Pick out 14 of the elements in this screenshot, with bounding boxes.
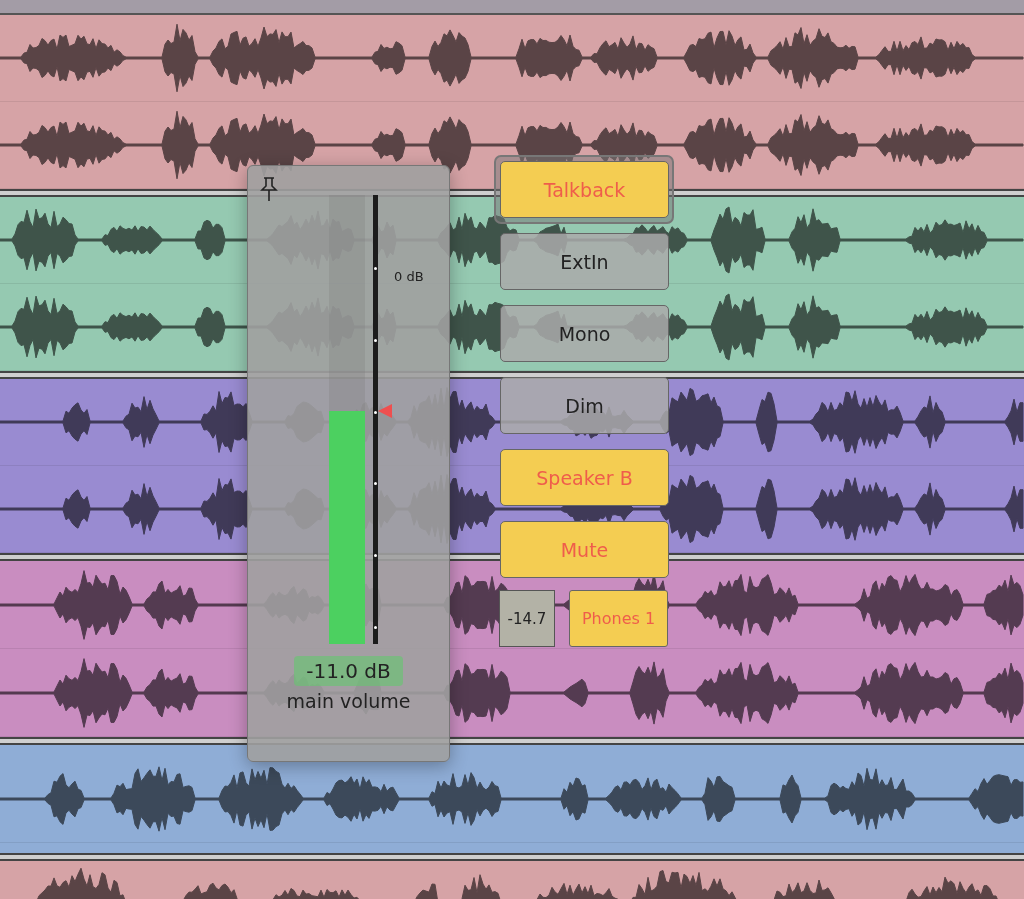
monitor-button[interactable]: Dim: [500, 377, 669, 434]
monitor-button[interactable]: Talkback: [500, 161, 669, 218]
panel-label: main volume: [286, 690, 411, 712]
volume-reading: -11.0 dB: [294, 656, 403, 686]
fader-handle-icon[interactable]: [378, 403, 392, 418]
monitor-button[interactable]: ExtIn: [500, 233, 669, 290]
fader-track[interactable]: [373, 195, 378, 644]
monitor-button[interactable]: Mono: [500, 305, 669, 362]
output-button[interactable]: Phones 1: [569, 590, 668, 647]
output-level-reading: -14.7: [499, 590, 555, 647]
monitor-button[interactable]: Mute: [500, 521, 669, 578]
monitor-button[interactable]: Speaker B: [500, 449, 669, 506]
pin-icon[interactable]: [259, 176, 279, 202]
scale-label: 0 dB: [394, 269, 424, 284]
